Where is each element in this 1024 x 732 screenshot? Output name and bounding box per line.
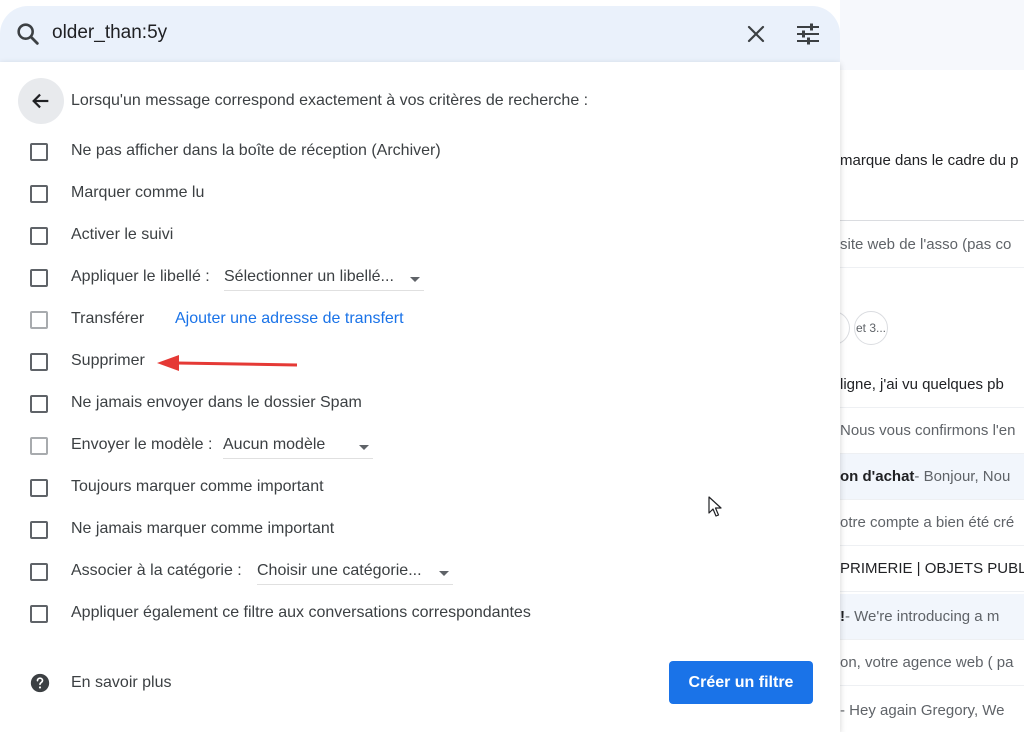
- background-header: [840, 0, 1024, 70]
- option-always-important[interactable]: Toujours marquer comme important: [30, 475, 324, 501]
- chevron-down-icon: [439, 571, 449, 576]
- learn-more-link[interactable]: En savoir plus: [71, 674, 172, 692]
- apply-label-checkbox[interactable]: [30, 269, 48, 287]
- option-star[interactable]: Activer le suivi: [30, 223, 173, 249]
- back-button[interactable]: [18, 78, 64, 124]
- never-important-checkbox[interactable]: [30, 521, 48, 539]
- option-send-template: Envoyer le modèle : Aucun modèle: [30, 433, 390, 459]
- chevron-down-icon: [410, 277, 420, 282]
- list-item[interactable]: ligne, j'ai vu quelques pb: [840, 362, 1024, 408]
- send-template-checkbox[interactable]: [30, 437, 48, 455]
- template-select[interactable]: Aucun modèle: [223, 433, 373, 459]
- search-options-icon[interactable]: [795, 22, 821, 46]
- option-category[interactable]: Associer à la catégorie : Choisir une ca…: [30, 559, 480, 585]
- archive-checkbox[interactable]: [30, 143, 48, 161]
- list-item[interactable]: on, votre agence web ( pa: [840, 640, 1024, 686]
- category-checkbox[interactable]: [30, 563, 48, 581]
- list-item[interactable]: Nous vous confirmons l'en: [840, 408, 1024, 454]
- list-item[interactable]: otre compte a bien été cré: [840, 500, 1024, 546]
- background-email-list: marque dans le cadre du p site web de l'…: [840, 0, 1024, 732]
- list-item[interactable]: ! - We're introducing a m: [840, 594, 1024, 640]
- option-delete[interactable]: Supprimer: [30, 349, 145, 375]
- list-item[interactable]: PRIMERIE | OBJETS PUBL: [840, 546, 1024, 592]
- list-item[interactable]: et 3...: [840, 304, 1024, 352]
- close-icon[interactable]: [744, 22, 768, 46]
- option-archive[interactable]: Ne pas afficher dans la boîte de récepti…: [30, 139, 441, 165]
- star-checkbox[interactable]: [30, 227, 48, 245]
- forward-checkbox[interactable]: [30, 311, 48, 329]
- list-item[interactable]: site web de l'asso (pas co: [840, 222, 1024, 268]
- option-apply-label[interactable]: Appliquer le libellé : Sélectionner un l…: [30, 265, 450, 291]
- never-spam-checkbox[interactable]: [30, 395, 48, 413]
- list-item[interactable]: marque dans le cadre du p: [840, 130, 1024, 190]
- delete-checkbox[interactable]: [30, 353, 48, 371]
- category-select[interactable]: Choisir une catégorie...: [257, 559, 453, 585]
- mark-read-checkbox[interactable]: [30, 185, 48, 203]
- option-mark-read[interactable]: Marquer comme lu: [30, 181, 204, 207]
- search-input[interactable]: older_than:5y: [52, 22, 167, 44]
- create-filter-button[interactable]: Créer un filtre: [669, 661, 813, 704]
- search-bar[interactable]: older_than:5y: [0, 6, 840, 62]
- dialog-title: Lorsqu'un message correspond exactement …: [71, 92, 589, 109]
- list-item[interactable]: on d'achat - Bonjour, Nou: [840, 454, 1024, 500]
- add-forwarding-address-link[interactable]: Ajouter une adresse de transfert: [175, 310, 404, 328]
- annotation-arrow-icon: [157, 355, 298, 371]
- option-forward: Transférer Ajouter une adresse de transf…: [30, 307, 450, 333]
- arrow-left-icon: [32, 93, 49, 109]
- mouse-cursor-icon: [708, 496, 722, 517]
- create-filter-dialog: Lorsqu'un message correspond exactement …: [0, 62, 840, 732]
- apply-existing-checkbox[interactable]: [30, 605, 48, 623]
- participant-chip: et 3...: [854, 311, 888, 345]
- chevron-down-icon: [359, 445, 369, 450]
- list-item[interactable]: - Hey again Gregory, We: [840, 688, 1024, 732]
- background-panel: marque dans le cadre du p site web de l'…: [840, 70, 1024, 732]
- label-select[interactable]: Sélectionner un libellé...: [224, 265, 424, 291]
- option-never-spam[interactable]: Ne jamais envoyer dans le dossier Spam: [30, 391, 362, 417]
- help-icon[interactable]: [30, 673, 50, 693]
- always-important-checkbox[interactable]: [30, 479, 48, 497]
- search-icon[interactable]: [14, 20, 42, 48]
- option-never-important[interactable]: Ne jamais marquer comme important: [30, 517, 334, 543]
- option-apply-existing[interactable]: Appliquer également ce filtre aux conver…: [30, 601, 531, 627]
